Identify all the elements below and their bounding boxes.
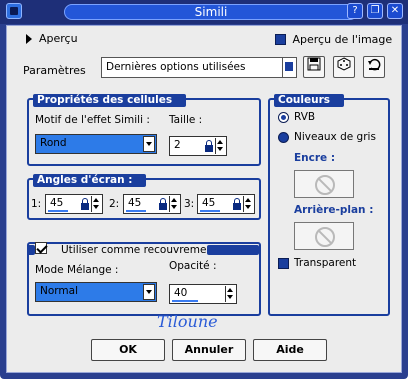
cell-properties-group: Propriétés des cellules Motif de l'effet…: [27, 94, 261, 166]
params-value: Dernières options utilisées: [106, 61, 246, 73]
image-preview-label: Aperçu de l'image: [292, 32, 393, 46]
floppy-icon: [307, 57, 321, 71]
spin-arrows-icon[interactable]: [215, 138, 225, 154]
help-icon[interactable]: ?: [347, 3, 363, 19]
screen-angles-group: Angles d'écran : 1: 45 2: 45 3: 45: [27, 174, 261, 220]
effect-value: Rond: [40, 137, 67, 149]
transparent-checkbox[interactable]: [278, 258, 289, 269]
background-color-well[interactable]: [294, 222, 354, 250]
disabled-icon: [315, 227, 335, 247]
overlay-checkbox[interactable]: [35, 242, 47, 254]
title-bar[interactable]: Simili ? ❐ ✕: [0, 0, 408, 24]
angle-2-spinner[interactable]: 45: [123, 194, 181, 214]
dice-icon: [337, 57, 351, 71]
expand-caret-icon[interactable]: [26, 34, 32, 44]
opacity-spinner[interactable]: 40: [169, 284, 237, 304]
grayscale-radio[interactable]: [278, 132, 289, 143]
reset-button[interactable]: [363, 56, 385, 78]
ink-color-well[interactable]: [294, 170, 354, 198]
blend-value: Normal: [40, 285, 78, 297]
close-icon[interactable]: ✕: [387, 3, 403, 19]
params-dropdown-icon[interactable]: [282, 58, 296, 77]
angle-1-slider[interactable]: [48, 210, 68, 212]
spin-arrows-icon[interactable]: [169, 196, 179, 212]
transparent-label: Transparent: [294, 257, 357, 269]
size-label: Taille :: [169, 114, 203, 126]
angle-3-value: 45: [202, 197, 216, 209]
angle-1-spinner[interactable]: 45: [45, 194, 103, 214]
lock-icon[interactable]: [80, 197, 90, 211]
effect-label: Motif de l'effet Simili :: [35, 114, 150, 126]
spin-arrows-icon[interactable]: [91, 196, 101, 212]
blend-select[interactable]: Normal: [35, 282, 157, 302]
dialog-window: Simili ? ❐ ✕ Aperçu Aperçu de l'image Pa…: [0, 0, 408, 379]
params-label: Paramètres: [23, 64, 86, 77]
help-button[interactable]: Aide: [253, 339, 327, 361]
lock-icon[interactable]: [204, 139, 214, 153]
angle-3-spinner[interactable]: 45: [197, 194, 255, 214]
angle-2-value: 45: [128, 197, 142, 209]
window-title: Simili: [64, 4, 358, 20]
reset-icon: [368, 58, 381, 71]
save-preset-button[interactable]: [303, 56, 325, 78]
disabled-icon: [315, 175, 335, 195]
angle-3-label: 3:: [184, 198, 195, 210]
overlay-bar-left: [27, 245, 35, 255]
rgb-radio[interactable]: [278, 112, 289, 123]
effect-dropdown-icon[interactable]: [143, 136, 155, 152]
preview-toggle[interactable]: Aperçu: [39, 32, 78, 45]
signature-watermark: Tiloune: [157, 312, 218, 331]
restore-icon[interactable]: ❐: [367, 3, 383, 19]
blend-dropdown-icon[interactable]: [143, 284, 155, 300]
angle-2-label: 2:: [109, 198, 120, 210]
colors-title: Couleurs: [274, 94, 345, 107]
overlay-group: Utiliser comme recouvrement Mode Mélange…: [27, 242, 261, 316]
spin-arrows-icon[interactable]: [225, 286, 235, 302]
lock-icon[interactable]: [158, 197, 168, 211]
cell-properties-title: Propriétés des cellules: [33, 94, 187, 107]
preview-row: Aperçu Aperçu de l'image: [7, 26, 401, 54]
cancel-button[interactable]: Annuler: [172, 339, 246, 361]
image-preview-check-icon[interactable]: [275, 33, 286, 45]
background-label: Arrière-plan :: [294, 204, 374, 216]
screen-angles-title: Angles d'écran :: [33, 174, 147, 187]
opacity-label: Opacité :: [169, 260, 217, 272]
angle-2-slider[interactable]: [126, 210, 146, 212]
rgb-label: RVB: [294, 111, 316, 123]
opacity-value: 40: [174, 287, 188, 299]
angle-1-label: 1:: [31, 198, 42, 210]
opacity-slider[interactable]: [172, 300, 198, 302]
effect-select[interactable]: Rond: [35, 134, 157, 154]
grayscale-label: Niveaux de gris: [294, 131, 376, 143]
overlay-label[interactable]: Utiliser comme recouvrement: [53, 244, 226, 257]
spin-arrows-icon[interactable]: [243, 196, 253, 212]
params-select[interactable]: Dernières options utilisées: [101, 57, 297, 78]
size-value: 2: [174, 139, 181, 151]
size-spinner[interactable]: 2: [169, 136, 227, 156]
ok-button[interactable]: OK: [91, 339, 165, 361]
dialog-body: Aperçu Aperçu de l'image Paramètres Dern…: [6, 25, 402, 373]
angle-1-value: 45: [50, 197, 64, 209]
angle-3-slider[interactable]: [200, 210, 220, 212]
overlay-bar-right: [207, 245, 259, 255]
random-button[interactable]: [333, 56, 355, 78]
lock-icon[interactable]: [232, 197, 242, 211]
ink-label: Encre :: [294, 152, 336, 164]
colors-group: Couleurs RVB Niveaux de gris Encre : Arr…: [268, 94, 390, 316]
image-preview-checkbox[interactable]: Aperçu de l'image: [275, 32, 392, 46]
app-icon: [6, 3, 22, 19]
blend-label: Mode Mélange :: [35, 264, 119, 276]
